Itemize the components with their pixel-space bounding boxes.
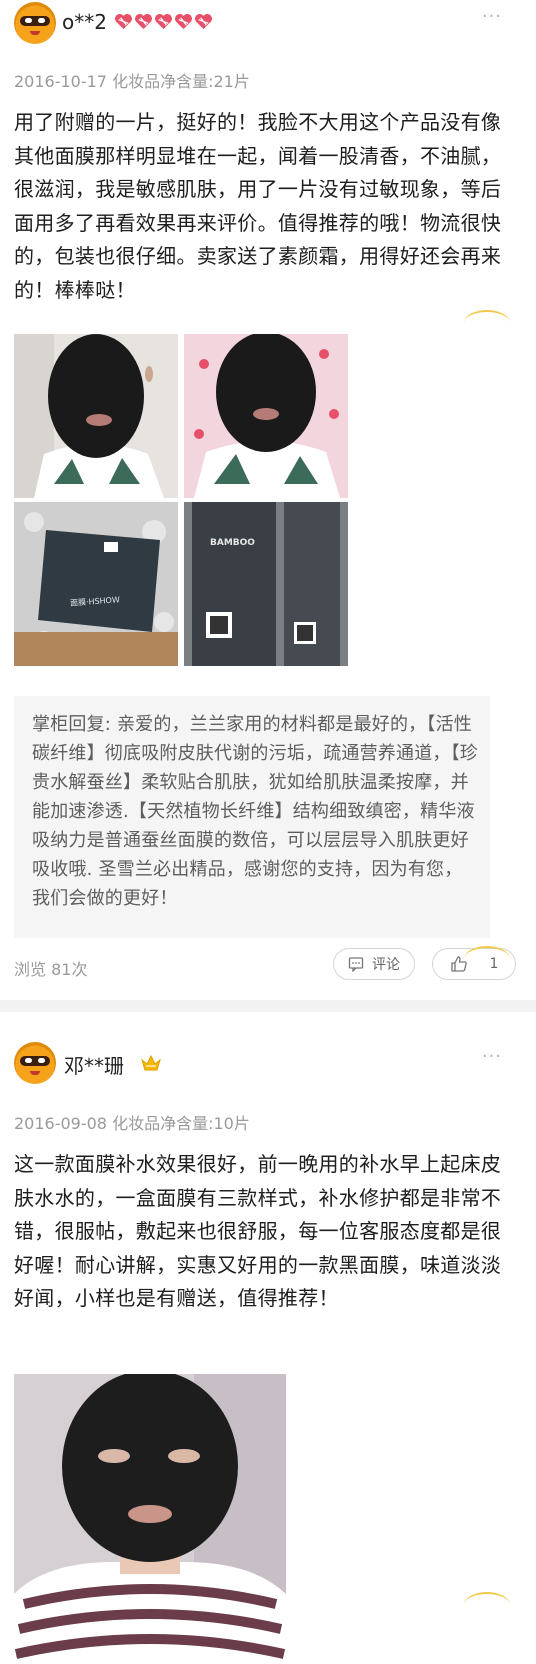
seller-reply-text: 掌柜回复: 亲爱的，兰兰家用的材料都是最好的，【活性碳纤维】彻底吸附皮肤代谢的污… xyxy=(32,714,478,909)
review-photo[interactable] xyxy=(14,334,178,498)
view-count: 浏览 81次 xyxy=(14,960,88,979)
review-meta: 2016-09-08 化妆品净含量:10片 xyxy=(14,1114,250,1133)
review-text: 这一款面膜补水效果很好，前一晚用的补水早上起床皮肤水水的，一盒面膜有三款样式，补… xyxy=(14,1152,502,1310)
product-box-label: BAMBOO xyxy=(210,538,255,548)
heart-icon xyxy=(195,13,212,30)
decorative-arc xyxy=(464,946,510,972)
username[interactable]: o**2 xyxy=(62,10,107,34)
username[interactable]: 邓**珊 xyxy=(64,1050,124,1079)
review-photo[interactable] xyxy=(184,334,348,498)
seller-reply: 掌柜回复: 亲爱的，兰兰家用的材料都是最好的，【活性碳纤维】彻底吸附皮肤代谢的污… xyxy=(14,696,490,938)
review-text: 用了附赠的一片，挺好的！我脸不大用这个产品没有像其他面膜那样明显堆在一起，闻着一… xyxy=(14,110,502,302)
review-card: o**2 ··· 2016-10-17 化妆品净含量:21片 用了附赠的一片，挺… xyxy=(0,0,536,980)
decorative-arc xyxy=(464,1592,510,1618)
heart-icon xyxy=(115,13,132,30)
review-card: 邓**珊 ··· 2016-09-08 化妆品净含量:10片 这一款面膜补水效果… xyxy=(0,1012,536,1664)
more-options-icon[interactable]: ··· xyxy=(482,1046,502,1067)
section-divider xyxy=(0,1000,536,1012)
review-photo[interactable]: 面膜·HSHOW xyxy=(14,502,178,666)
avatar[interactable] xyxy=(14,1042,56,1084)
user-level-badge xyxy=(114,13,213,30)
heart-icon xyxy=(155,13,172,30)
review-photo[interactable] xyxy=(14,1374,286,1664)
review-photo[interactable]: BAMBOO xyxy=(184,502,348,666)
comment-icon xyxy=(348,957,364,972)
avatar[interactable] xyxy=(14,2,56,44)
heart-icon xyxy=(175,13,192,30)
crown-badge-icon xyxy=(141,1054,161,1071)
decorative-arc xyxy=(464,310,510,336)
comment-label: 评论 xyxy=(372,957,400,973)
comment-button[interactable]: 评论 xyxy=(333,948,415,980)
heart-icon xyxy=(135,13,152,30)
more-options-icon[interactable]: ··· xyxy=(482,6,502,27)
review-meta: 2016-10-17 化妆品净含量:21片 xyxy=(14,72,250,91)
